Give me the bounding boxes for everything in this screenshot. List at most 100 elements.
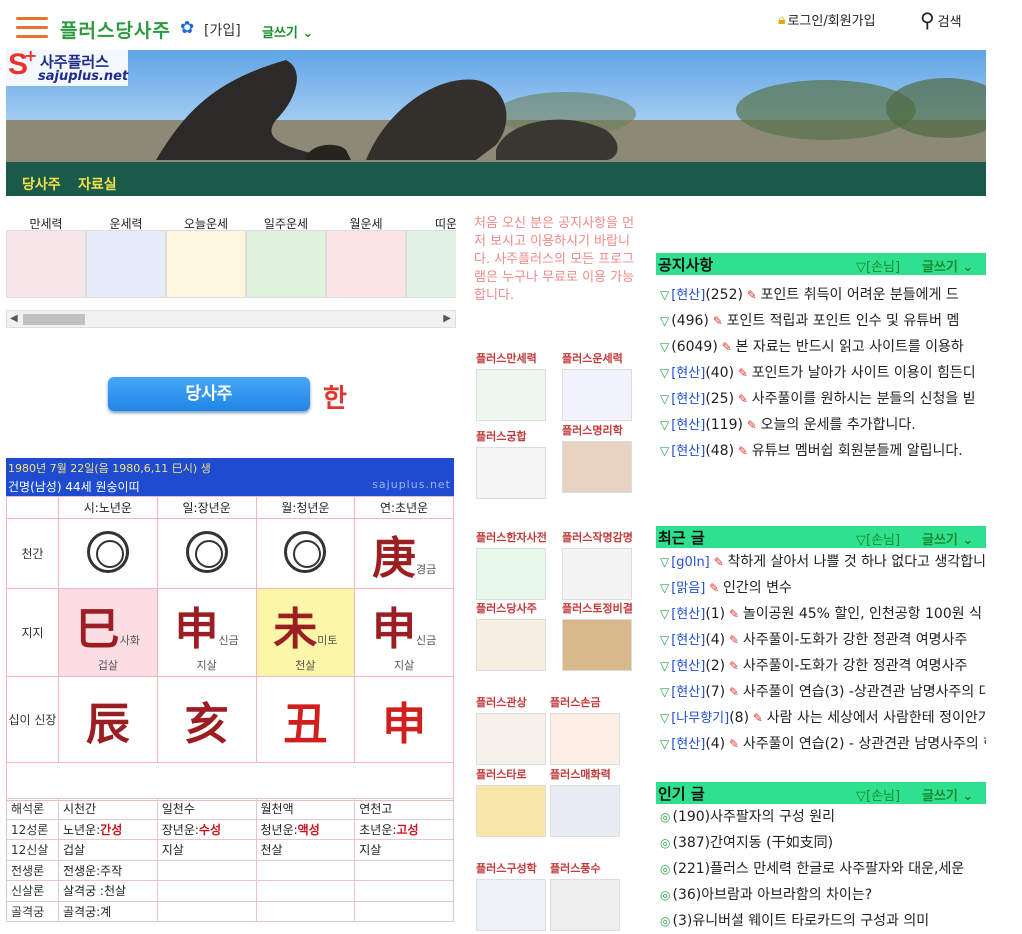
board-row[interactable]: ◎ (221)플러스 만세력 한글로 사주팔자와 대운,세운 xyxy=(660,856,986,882)
jiji-cell: 未미토 천살 xyxy=(255,588,356,677)
program-item[interactable]: 플러스만세력 xyxy=(476,350,546,421)
program-item[interactable]: 플러스당사주 xyxy=(476,600,546,671)
menu-icon[interactable] xyxy=(16,17,48,39)
board-write[interactable]: 글쓰기 ⌄ xyxy=(922,256,973,275)
board-write[interactable]: 글쓰기 ⌄ xyxy=(922,785,973,804)
join-link[interactable]: [가입] xyxy=(204,20,241,40)
board-row[interactable]: ▽ [현산](7) ✎ 사주풀이 연습(3) -상관견관 남명사주의 대 xyxy=(660,679,986,705)
program-item[interactable]: 플러스명리학 xyxy=(562,422,632,493)
search-button[interactable]: ⚲ 검색 xyxy=(920,8,962,32)
row-title: 사주팔자의 구성 원리 xyxy=(710,809,835,825)
empty-ring-icon xyxy=(185,531,228,573)
program-item[interactable]: 플러스풍수 xyxy=(550,860,620,931)
scroll-thumb[interactable] xyxy=(23,314,85,325)
site-logo[interactable]: S + 사주플러스 sajuplus.net xyxy=(6,50,128,86)
scroll-right-icon[interactable]: ▶ xyxy=(443,313,451,324)
col-head: 일:장년운 xyxy=(156,496,257,519)
row-count: (1) xyxy=(705,606,726,622)
program-item[interactable]: 플러스구성학 xyxy=(476,860,546,931)
thumb-item[interactable]: 만세력 xyxy=(6,212,86,302)
thumb-item[interactable]: 월운세 xyxy=(326,212,406,302)
board-row[interactable]: ▽ [현산](2) ✎ 사주풀이-도화가 강한 정관격 여명사주 xyxy=(660,653,986,679)
chevron-down-icon: ⌄ xyxy=(957,260,974,275)
board-title[interactable]: 최근 글 xyxy=(658,527,705,548)
interp-cell: 살격궁 :천살 xyxy=(58,880,158,902)
board-row[interactable]: ▽ [나무향기](8) ✎ 사람 사는 세상에서 사람한테 정이안가 xyxy=(660,705,986,731)
program-item[interactable]: 플러스관상 xyxy=(476,694,546,765)
interp-cell: 천살 xyxy=(255,839,356,861)
dangsaju-button[interactable]: 당사주 xyxy=(108,377,310,411)
program-item[interactable]: 플러스작명감명 xyxy=(562,529,633,600)
category-archive[interactable]: 자료실 xyxy=(78,174,117,194)
row-count: (6049) xyxy=(671,339,718,355)
interp-cell: 일천수 xyxy=(156,798,257,820)
interp-highlight: 간성 xyxy=(100,822,123,837)
interp-cell: 골격궁:계 xyxy=(58,900,158,922)
board-row[interactable]: ▽ [현산](252) ✎ 포인트 취득이 어려운 분들에게 드 xyxy=(660,282,986,308)
hangul-toggle[interactable]: 한 xyxy=(323,378,347,415)
interp-cell: 초년운:고성 xyxy=(354,818,454,840)
board-title[interactable]: 공지사항 xyxy=(658,254,713,275)
program-item[interactable]: 플러스토정비결 xyxy=(562,600,633,671)
row-count: (119) xyxy=(705,417,743,433)
write-menu[interactable]: 글쓰기 ⌄ xyxy=(262,22,313,41)
logo-url: sajuplus.net xyxy=(38,69,129,84)
board-row[interactable]: ▽ [현산](4) ✎ 사주풀이-도화가 강한 정관격 여명사주 xyxy=(660,627,986,653)
board-row[interactable]: ◎ (3)유니버셜 웨이트 타로카드의 구성과 의미 xyxy=(660,908,986,934)
board-row[interactable]: ▽ [현산](48) ✎ 유튜브 멤버쉽 회원분들께 알립니다. xyxy=(660,438,986,464)
program-item[interactable]: 플러스궁합 xyxy=(476,428,546,499)
category-dangsaju[interactable]: 당사주 xyxy=(22,174,61,194)
board-row[interactable]: ▽ (6049) ✎ 본 자료는 반드시 읽고 사이트를 이용하 xyxy=(660,334,986,360)
board-row[interactable]: ▽ [현산](4) ✎ 사주풀이 연습(2) - 상관견관 남명사주의 현 xyxy=(660,731,986,757)
site-title[interactable]: 플러스당사주 xyxy=(60,16,171,43)
board-row[interactable]: ◎ (36)아브람과 아브라함의 차이는? xyxy=(660,882,986,908)
sipi-cell: 辰 xyxy=(58,676,158,763)
interp-cell xyxy=(255,880,356,902)
jiji-char: 申 xyxy=(174,603,219,655)
interp-cell: 겁살 xyxy=(58,839,158,861)
scroll-left-icon[interactable]: ◀ xyxy=(10,313,18,324)
board-guest[interactable]: ▽[손님] xyxy=(856,256,900,275)
memo-icon: ✎ xyxy=(742,288,761,302)
cheongan-char: 庚 xyxy=(372,532,416,584)
thumb-image xyxy=(406,230,456,298)
jiji-sub: 사화 xyxy=(119,633,140,647)
row-title: 오늘의 운세를 추가합니다. xyxy=(760,417,916,433)
thumb-item[interactable]: 일주운세 xyxy=(246,212,326,302)
jiji-sal: 천살 xyxy=(295,658,316,672)
board-guest[interactable]: ▽[손님] xyxy=(856,785,900,804)
thumb-item[interactable]: 운세력 xyxy=(86,212,166,302)
board-row[interactable]: ▽ (496) ✎ 포인트 적립과 포인트 인수 및 유튜버 멤 xyxy=(660,308,986,334)
thumb-item[interactable]: 띠운 xyxy=(406,212,456,302)
board-rows-notice: ▽ [현산](252) ✎ 포인트 취득이 어려운 분들에게 드 ▽ (496) ✎ … xyxy=(660,282,986,464)
interp-key: 12성론 xyxy=(6,818,59,840)
row-title: 아브람과 아브라함의 차이는? xyxy=(701,887,873,903)
thumb-item[interactable]: 오늘운세 xyxy=(166,212,246,302)
board-row[interactable]: ▽ [현산](40) ✎ 포인트가 날아가 사이트 이용이 힘든디 xyxy=(660,360,986,386)
board-row[interactable]: ▽ [맑음] ✎ 인간의 변수 xyxy=(660,575,986,601)
horizontal-scrollbar[interactable]: ◀ ▶ xyxy=(6,310,456,328)
board-row[interactable]: ◎ (190)사주팔자의 구성 원리 xyxy=(660,804,986,830)
program-item[interactable]: 플러스운세력 xyxy=(562,350,632,421)
board-header-popular: 인기 글 ▽[손님] 글쓰기 ⌄ xyxy=(656,782,986,804)
program-item[interactable]: 플러스타로 xyxy=(476,766,546,837)
gear-icon[interactable]: ✿ xyxy=(180,18,194,38)
board-row[interactable]: ◎ (387)간여지동 (干如支同) xyxy=(660,830,986,856)
program-item[interactable]: 플러스손금 xyxy=(550,694,620,765)
interp-value: 골격궁:계 xyxy=(63,904,112,919)
board-row[interactable]: ▽ [현산](25) ✎ 사주풀이를 원하시는 분들의 신청을 빋 xyxy=(660,386,986,412)
triangle-icon: ▽ xyxy=(660,607,670,621)
board-write[interactable]: 글쓰기 ⌄ xyxy=(922,529,973,548)
interp-cell: 시천간 xyxy=(58,798,158,820)
jiji-sub: 신금 xyxy=(416,633,437,647)
program-item[interactable]: 플러스한자사전 xyxy=(476,529,547,600)
program-item[interactable]: 플러스매화력 xyxy=(550,766,620,837)
row-count: (40) xyxy=(705,365,735,381)
board-row[interactable]: ▽ [현산](119) ✎ 오늘의 운세를 추가합니다. xyxy=(660,412,986,438)
board-row[interactable]: ▽ [g0ln] ✎ 착하게 살아서 나쁠 것 하나 없다고 생각합니 xyxy=(660,549,986,575)
board-title[interactable]: 인기 글 xyxy=(658,783,705,804)
board-row[interactable]: ▽ [현산](1) ✎ 놀이공원 45% 할인, 인천공항 100원 식 xyxy=(660,601,986,627)
program-label: 플러스명리학 xyxy=(562,424,623,437)
board-guest[interactable]: ▽[손님] xyxy=(856,529,900,548)
login-link[interactable]: 🔒︎ 로그인/회원가입 xyxy=(778,10,876,30)
